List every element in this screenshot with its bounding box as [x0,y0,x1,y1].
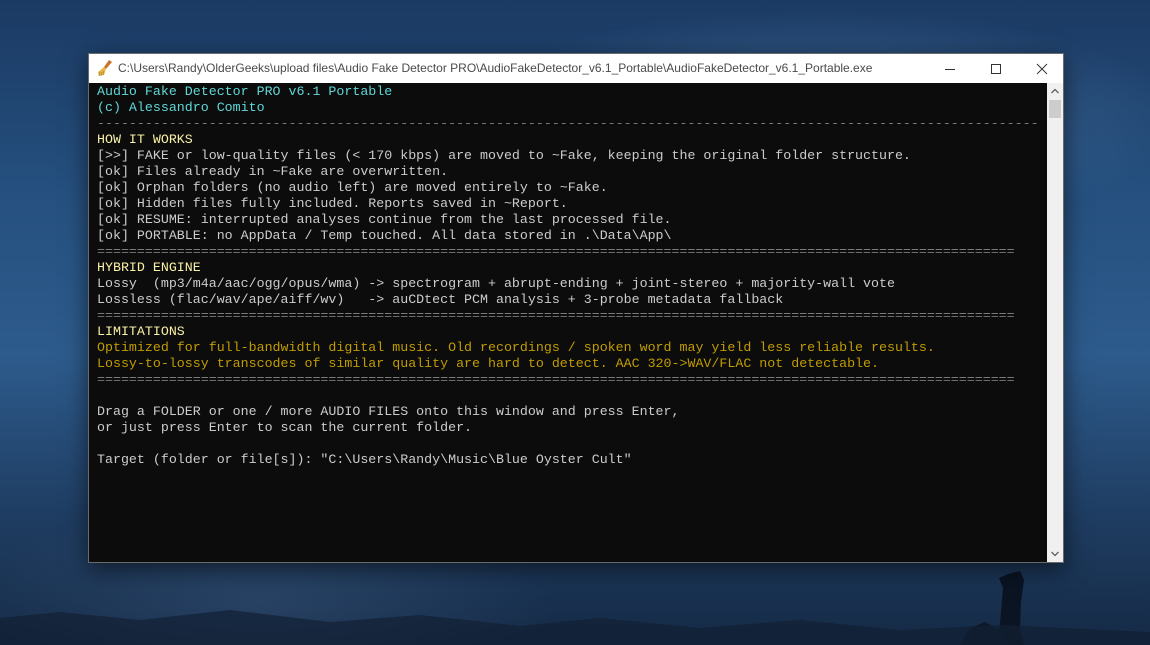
info-line: [>>] FAKE or low-quality files (< 170 kb… [97,148,911,163]
engine-line-lossless: Lossless (flac/wav/ape/aiff/wv) -> auCDt… [97,292,784,307]
instruction-line: Drag a FOLDER or one / more AUDIO FILES … [97,404,680,419]
scroll-down-button[interactable] [1047,546,1063,562]
info-line: [ok] Hidden files fully included. Report… [97,196,568,211]
separator-line: ----------------------------------------… [97,116,1039,131]
target-prompt-input[interactable]: Target (folder or file[s]): "C:\Users\Ra… [97,452,632,468]
section-heading-hybrid-engine: HYBRID ENGINE [97,260,201,275]
chevron-up-icon [1051,88,1059,94]
engine-line-lossy: Lossy (mp3/m4a/aac/ogg/opus/wma) -> spec… [97,276,895,291]
limitation-line: Optimized for full-bandwidth digital mus… [97,340,935,355]
console-output[interactable]: Audio Fake Detector PRO v6.1 Portable (c… [89,83,1047,562]
chevron-down-icon [1051,551,1059,557]
separator-line: ========================================… [97,244,1015,259]
window-title: C:\Users\Randy\OlderGeeks\upload files\A… [118,61,873,75]
scrollbar-thumb[interactable] [1049,100,1061,118]
instruction-line: or just press Enter to scan the current … [97,420,473,435]
section-heading-limitations: LIMITATIONS [97,324,185,339]
info-line: [ok] Orphan folders (no audio left) are … [97,180,608,195]
console-window: C:\Users\Randy\OlderGeeks\upload files\A… [88,53,1064,563]
copyright-line: (c) Alessandro Comito [97,100,265,115]
separator-line: ========================================… [97,372,1015,387]
minimize-icon [945,69,955,70]
limitation-line: Lossy-to-lossy transcodes of similar qua… [97,356,879,371]
close-icon [1036,63,1048,75]
app-name-line: Audio Fake Detector PRO v6.1 Portable [97,84,393,99]
broom-icon [97,59,115,77]
section-heading-how-it-works: HOW IT WORKS [97,132,193,147]
info-line: [ok] RESUME: interrupted analyses contin… [97,212,672,227]
title-bar[interactable]: C:\Users\Randy\OlderGeeks\upload files\A… [89,54,1063,83]
separator-line: ========================================… [97,308,1015,323]
info-line: [ok] Files already in ~Fake are overwrit… [97,164,449,179]
maximize-icon [991,64,1001,74]
maximize-button[interactable] [973,54,1019,83]
close-button[interactable] [1019,54,1065,83]
vertical-scrollbar[interactable] [1047,83,1063,562]
minimize-button[interactable] [927,54,973,83]
info-line: [ok] PORTABLE: no AppData / Temp touched… [97,228,672,243]
scroll-up-button[interactable] [1047,83,1063,99]
